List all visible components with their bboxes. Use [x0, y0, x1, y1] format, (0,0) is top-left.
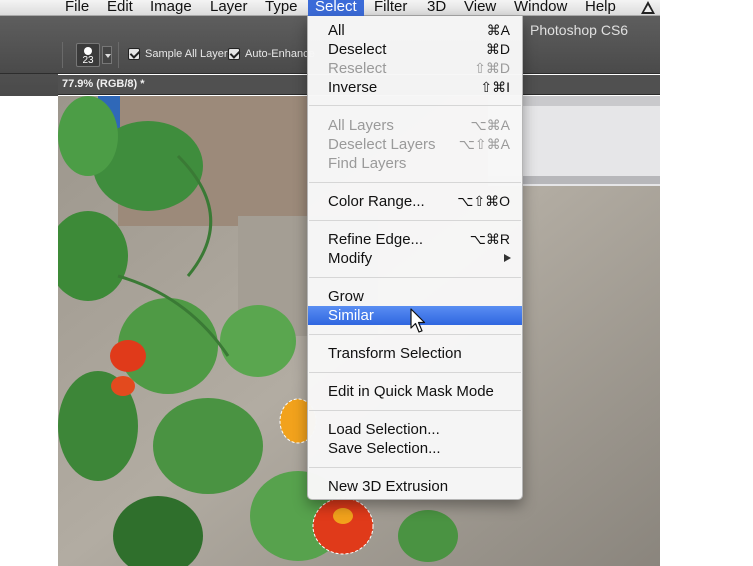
submenu-arrow-icon: [504, 254, 511, 262]
menu-help[interactable]: Help: [578, 0, 623, 16]
menu-view[interactable]: View: [457, 0, 503, 16]
select-menu-dropdown: All ⌘A Deselect ⌘D Reselect ⇧⌘D Inverse …: [307, 16, 523, 500]
menu-item-find-layers: Find Layers: [308, 154, 522, 173]
menu-item-deselect-layers: Deselect Layers ⌥⇧⌘A: [308, 135, 522, 154]
menu-select[interactable]: Select: [308, 0, 364, 16]
mouse-pointer-icon: [410, 308, 426, 333]
menu-filter[interactable]: Filter: [367, 0, 414, 16]
menu-item-quick-mask[interactable]: Edit in Quick Mask Mode: [308, 382, 522, 401]
sample-all-layers-option[interactable]: Sample All Layers: [128, 48, 233, 60]
auto-enhance-checkbox[interactable]: [228, 48, 240, 60]
sample-all-layers-checkbox[interactable]: [128, 48, 140, 60]
menu-item-label: Grow: [328, 288, 364, 305]
menu-item-grow[interactable]: Grow: [308, 287, 522, 306]
drive-icon[interactable]: [640, 0, 656, 16]
menu-item-shortcut: ⌥⌘A: [470, 117, 510, 133]
menu-edit[interactable]: Edit: [100, 0, 140, 16]
menu-item-save-selection[interactable]: Save Selection...: [308, 439, 522, 458]
document-tab-label: 77.9% (RGB/8) *: [62, 78, 145, 90]
menu-item-label: Color Range...: [328, 193, 425, 210]
menu-item-label: Inverse: [328, 79, 378, 96]
menu-item-label: Similar: [328, 307, 374, 324]
menu-item-label: All: [328, 22, 345, 39]
menu-separator: [309, 105, 521, 106]
menu-separator: [309, 334, 521, 335]
menu-item-transform-selection[interactable]: Transform Selection: [308, 344, 522, 363]
menu-type[interactable]: Type: [258, 0, 305, 16]
brush-dropdown-button[interactable]: [102, 46, 112, 64]
menu-item-label: Find Layers: [328, 155, 407, 172]
menu-item-shortcut: ⌘D: [485, 41, 510, 57]
menu-item-label: Transform Selection: [328, 345, 462, 362]
menu-separator: [309, 277, 521, 278]
left-margin: [0, 16, 58, 566]
menu-item-shortcut: ⌥⇧⌘O: [457, 193, 510, 209]
menu-item-deselect[interactable]: Deselect ⌘D: [308, 40, 522, 59]
menu-item-label: All Layers: [328, 117, 394, 134]
menu-item-shortcut: ⇧⌘I: [480, 79, 510, 95]
menu-item-modify[interactable]: Modify: [308, 249, 522, 268]
menu-item-label: Edit in Quick Mask Mode: [328, 383, 494, 400]
menu-item-all-layers: All Layers ⌥⌘A: [308, 116, 522, 135]
menu-separator: [309, 182, 521, 183]
menu-item-color-range[interactable]: Color Range... ⌥⇧⌘O: [308, 192, 522, 211]
auto-enhance-label: Auto-Enhance: [245, 48, 315, 60]
brush-size-picker[interactable]: 23: [76, 43, 100, 67]
brush-size-value: 23: [82, 55, 94, 66]
menu-window[interactable]: Window: [507, 0, 574, 16]
menu-layer[interactable]: Layer: [203, 0, 255, 16]
menu-item-label: Refine Edge...: [328, 231, 424, 248]
menu-item-label: Deselect Layers: [328, 136, 436, 153]
menu-separator: [309, 220, 521, 221]
menu-item-label: Load Selection...: [328, 421, 440, 438]
options-separator: [62, 42, 63, 68]
menu-item-all[interactable]: All ⌘A: [308, 21, 522, 40]
brush-dot-icon: [84, 47, 92, 55]
menu-item-shortcut: ⌥⇧⌘A: [458, 136, 510, 152]
menu-item-shortcut: ⌘A: [486, 22, 510, 38]
menu-item-inverse[interactable]: Inverse ⇧⌘I: [308, 78, 522, 97]
menu-file[interactable]: File: [58, 0, 96, 16]
menu-3d[interactable]: 3D: [420, 0, 453, 16]
menu-separator: [309, 410, 521, 411]
menu-item-label: Deselect: [328, 41, 387, 58]
menu-bar: File Edit Image Layer Type Select Filter…: [0, 0, 660, 16]
menu-item-label: Modify: [328, 250, 373, 267]
menu-item-reselect: Reselect ⇧⌘D: [308, 59, 522, 78]
auto-enhance-option[interactable]: Auto-Enhance: [228, 48, 315, 60]
menu-image[interactable]: Image: [143, 0, 199, 16]
options-separator: [118, 42, 119, 68]
menu-item-refine-edge[interactable]: Refine Edge... ⌥⌘R: [308, 230, 522, 249]
menu-item-label: New 3D Extrusion: [328, 478, 449, 495]
menu-item-label: Save Selection...: [328, 440, 441, 457]
menu-item-load-selection[interactable]: Load Selection...: [308, 420, 522, 439]
menu-item-label: Reselect: [328, 60, 387, 77]
sample-all-layers-label: Sample All Layers: [145, 48, 234, 60]
menu-item-shortcut: ⌥⌘R: [469, 231, 510, 247]
menu-item-new-3d-extrusion[interactable]: New 3D Extrusion: [308, 477, 522, 496]
app-title: Photoshop CS6: [530, 22, 629, 38]
menu-separator: [309, 372, 521, 373]
menu-item-shortcut: ⇧⌘D: [474, 60, 510, 76]
menu-separator: [309, 467, 521, 468]
